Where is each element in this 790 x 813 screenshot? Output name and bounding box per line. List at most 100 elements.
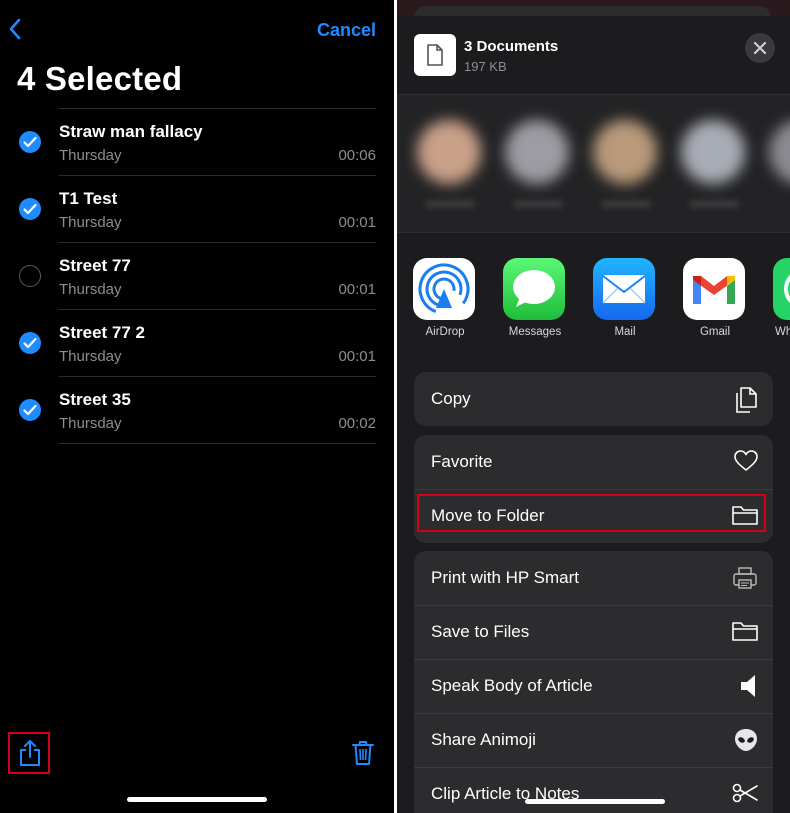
contact-avatar[interactable] — [417, 120, 481, 184]
action-label: Favorite — [431, 452, 493, 471]
app-label: Gmail — [699, 326, 731, 338]
action-group-extensions: Print with HP Smart Save to Files Speak … — [414, 551, 773, 813]
action-copy[interactable]: Copy — [414, 372, 773, 426]
action-print-hp-smart[interactable]: Print with HP Smart — [414, 551, 773, 605]
back-button[interactable] — [8, 18, 30, 46]
delete-button[interactable] — [352, 740, 374, 771]
selection-checkbox[interactable] — [19, 399, 41, 421]
row-separator — [59, 242, 376, 243]
share-button[interactable] — [8, 732, 50, 774]
app-label: Wh — [775, 326, 790, 338]
printer-icon — [731, 565, 759, 596]
list-item[interactable]: Street 35 Thursday 00:02 — [0, 376, 394, 443]
checkmark-icon — [23, 337, 37, 349]
recordings-list: Straw man fallacy Thursday 00:06 T1 Test… — [0, 108, 394, 443]
recording-duration: 00:01 — [338, 214, 376, 231]
share-sheet-screen: 3 Documents 197 KB AirDrop Messages Mail… — [397, 0, 790, 813]
list-item[interactable]: Straw man fallacy Thursday 00:06 — [0, 108, 394, 175]
action-label: Save to Files — [431, 622, 530, 641]
app-mail[interactable]: Mail — [593, 258, 657, 338]
row-separator — [59, 376, 376, 377]
recording-title: Street 35 — [59, 390, 131, 409]
row-separator — [414, 489, 773, 490]
recording-duration: 00:06 — [338, 147, 376, 164]
row-separator — [414, 767, 773, 768]
close-icon — [754, 42, 766, 54]
recording-duration: 00:01 — [338, 348, 376, 365]
chevron-left-icon — [9, 18, 21, 40]
speaker-icon — [733, 673, 759, 704]
checkmark-icon — [23, 203, 37, 215]
action-label: Copy — [431, 389, 471, 408]
action-label: Speak Body of Article — [431, 676, 593, 695]
recording-duration: 00:01 — [338, 281, 376, 298]
row-separator — [59, 309, 376, 310]
recording-duration: 00:02 — [338, 415, 376, 432]
action-label: Share Animoji — [431, 730, 536, 749]
share-icon — [20, 740, 40, 766]
contact-name — [689, 200, 739, 208]
alien-icon — [733, 727, 759, 758]
airdrop-icon — [413, 258, 475, 320]
close-button[interactable] — [745, 33, 775, 63]
document-icon — [427, 44, 443, 66]
mail-icon — [593, 258, 655, 320]
checkmark-icon — [23, 404, 37, 416]
selection-checkbox[interactable] — [19, 131, 41, 153]
recording-date: Thursday — [59, 214, 122, 231]
move-to-folder-highlight — [417, 494, 766, 532]
list-item[interactable]: Street 77 2 Thursday 00:01 — [0, 309, 394, 376]
share-sheet-header: 3 Documents 197 KB — [397, 16, 790, 94]
share-title: 3 Documents — [464, 38, 559, 55]
recording-date: Thursday — [59, 415, 122, 432]
contact-avatar[interactable] — [593, 120, 657, 184]
action-share-animoji[interactable]: Share Animoji — [414, 713, 773, 767]
action-favorite[interactable]: Favorite — [414, 435, 773, 489]
messages-icon — [503, 258, 565, 320]
app-label: Messages — [508, 326, 562, 338]
heart-icon — [733, 449, 759, 478]
contact-avatar[interactable] — [505, 120, 569, 184]
selection-checkbox[interactable] — [19, 265, 41, 287]
action-speak-body-of-article[interactable]: Speak Body of Article — [414, 659, 773, 713]
folder-icon — [731, 619, 759, 648]
gmail-icon — [683, 258, 745, 320]
home-indicator — [127, 797, 267, 802]
voice-memos-screen: Cancel 4 Selected Straw man fallacy Thur… — [0, 0, 394, 813]
app-whatsapp[interactable]: Wh — [773, 258, 790, 338]
home-indicator — [525, 799, 665, 804]
selection-checkbox[interactable] — [19, 332, 41, 354]
people-suggestions-row — [397, 95, 790, 232]
app-messages[interactable]: Messages — [503, 258, 567, 338]
contact-name — [601, 200, 651, 208]
recording-title: T1 Test — [59, 189, 118, 208]
contact-name — [425, 200, 475, 208]
contact-name — [513, 200, 563, 208]
row-separator — [414, 713, 773, 714]
app-label: AirDrop — [425, 326, 465, 338]
app-share-row: AirDrop Messages Mail Gmail Wh — [397, 233, 790, 353]
page-title: 4 Selected — [17, 60, 183, 97]
share-size: 197 KB — [464, 59, 507, 74]
list-item[interactable]: Street 77 Thursday 00:01 — [0, 242, 394, 309]
recording-title: Street 77 2 — [59, 323, 145, 342]
app-airdrop[interactable]: AirDrop — [413, 258, 477, 338]
contact-avatar[interactable] — [681, 120, 745, 184]
app-gmail[interactable]: Gmail — [683, 258, 747, 338]
action-label: Print with HP Smart — [431, 568, 580, 587]
action-clip-article-to-notes[interactable]: Clip Article to Notes — [414, 767, 773, 813]
recording-title: Street 77 — [59, 256, 131, 275]
app-label: Mail — [614, 326, 636, 338]
copy-icon — [733, 386, 759, 419]
contact-avatar[interactable] — [769, 120, 790, 184]
action-group-copy: Copy — [414, 372, 773, 426]
selection-checkbox[interactable] — [19, 198, 41, 220]
list-end-separator — [59, 443, 376, 444]
whatsapp-icon — [773, 258, 790, 320]
cancel-button[interactable]: Cancel — [317, 20, 376, 41]
list-item[interactable]: T1 Test Thursday 00:01 — [0, 175, 394, 242]
action-save-to-files[interactable]: Save to Files — [414, 605, 773, 659]
row-separator — [59, 175, 376, 176]
recording-title: Straw man fallacy — [59, 122, 203, 141]
row-separator — [414, 605, 773, 606]
